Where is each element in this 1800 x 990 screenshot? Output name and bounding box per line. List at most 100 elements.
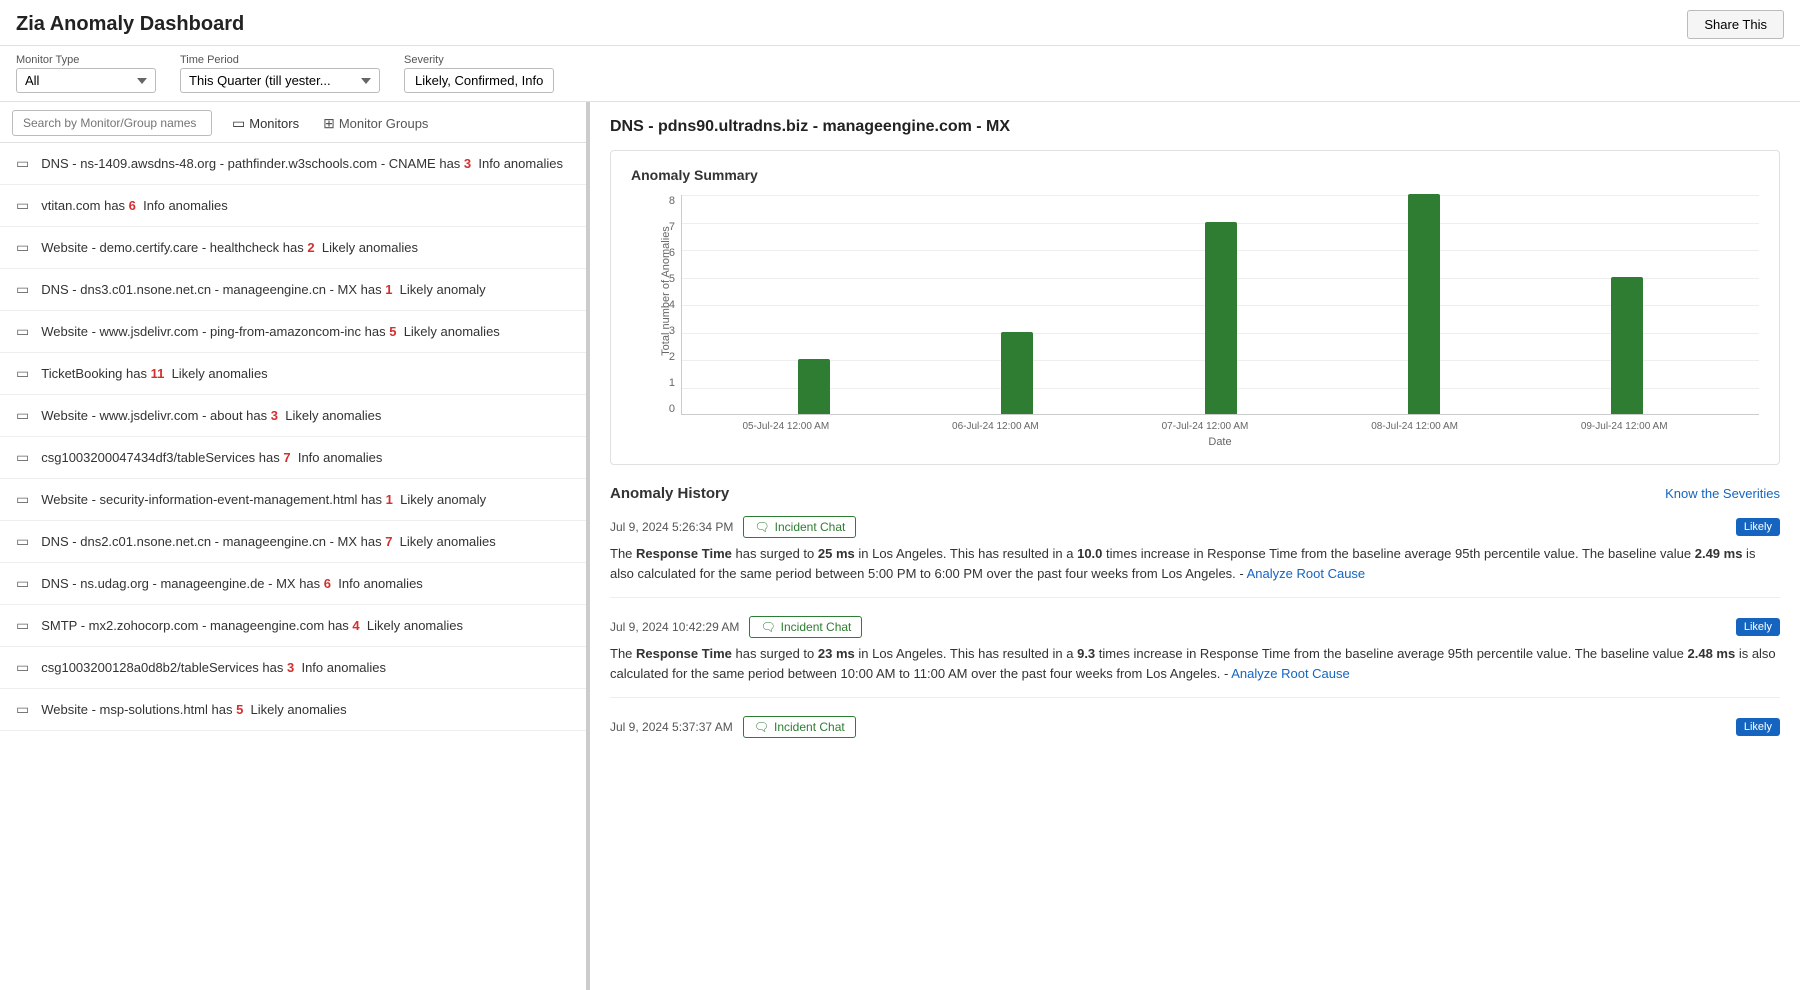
tab-monitor-groups-label: Monitor Groups — [339, 116, 429, 131]
incident-chat-btn-1[interactable]: 🗨 Incident Chat — [743, 516, 856, 538]
list-item-count-13: 3 — [283, 660, 297, 675]
list-item-2[interactable]: ▭ vtitan.com has 6 Info anomalies — [0, 185, 586, 227]
tab-monitors[interactable]: ▭ Monitors — [228, 113, 303, 134]
list-item-1[interactable]: ▭ DNS - ns-1409.awsdns-48.org - pathfind… — [0, 143, 586, 185]
monitor-type-select[interactable]: All — [16, 68, 156, 93]
history-entry-2: Jul 9, 2024 10:42:29 AM 🗨 Incident Chat … — [610, 616, 1780, 698]
likely-badge-3: Likely — [1736, 718, 1780, 736]
list-item-suffix-10: Likely anomalies — [396, 534, 496, 549]
list-item-count-5: 5 — [386, 324, 400, 339]
likely-badge-2: Likely — [1736, 618, 1780, 636]
history-title: Anomaly History — [610, 485, 729, 502]
analyze-link-2[interactable]: Analyze Root Cause — [1231, 666, 1350, 681]
entry-2-timestamp: Jul 9, 2024 10:42:29 AM — [610, 620, 739, 634]
bold-9.3x: 9.3 — [1077, 646, 1095, 661]
list-item-count-1: 3 — [460, 156, 474, 171]
list-item-text-5: Website - www.jsdelivr.com - ping-from-a… — [41, 324, 385, 339]
bold-10x: 10.0 — [1077, 546, 1102, 561]
severity-button[interactable]: Likely, Confirmed, Info — [404, 68, 554, 93]
list-item-11[interactable]: ▭ DNS - ns.udag.org - manageengine.de - … — [0, 563, 586, 605]
time-period-label: Time Period — [180, 54, 380, 66]
list-item-icon-2: ▭ — [16, 197, 29, 214]
list-item-text-1: DNS - ns-1409.awsdns-48.org - pathfinder… — [41, 156, 460, 171]
list-item-4[interactable]: ▭ DNS - dns3.c01.nsone.net.cn - manageen… — [0, 269, 586, 311]
list-item-text-9: Website - security-information-event-man… — [41, 492, 382, 507]
search-input[interactable] — [12, 110, 212, 136]
bold-response-time-1: Response Time — [636, 546, 732, 561]
bar-group-4 — [1322, 194, 1525, 414]
list-item-suffix-2: Info anomalies — [140, 198, 228, 213]
incident-chat-label-1: Incident Chat — [775, 520, 846, 534]
list-item-icon-1: ▭ — [16, 155, 29, 172]
list-item-suffix-7: Likely anomalies — [282, 408, 382, 423]
x-labels: 05-Jul-24 12:00 AM 06-Jul-24 12:00 AM 07… — [681, 415, 1759, 432]
x-label-2: 06-Jul-24 12:00 AM — [891, 421, 1101, 432]
severity-filter: Severity Likely, Confirmed, Info — [404, 54, 554, 93]
history-entry-1: Jul 9, 2024 5:26:34 PM 🗨 Incident Chat L… — [610, 516, 1780, 598]
likely-badge-1: Likely — [1736, 518, 1780, 536]
bold-2.48ms: 2.48 ms — [1688, 646, 1736, 661]
list-item-count-9: 1 — [382, 492, 396, 507]
chart-title: Anomaly Summary — [631, 167, 1759, 183]
filter-bar: Monitor Type All Time Period This Quarte… — [0, 46, 1800, 102]
list-item-icon-3: ▭ — [16, 239, 29, 256]
main-layout: ▭ Monitors ⊞ Monitor Groups ▭ DNS - ns-1… — [0, 102, 1800, 990]
bar-4 — [1408, 194, 1440, 414]
list-item-14[interactable]: ▭ Website - msp-solutions.html has 5 Lik… — [0, 689, 586, 731]
list-item-suffix-13: Info anomalies — [298, 660, 386, 675]
list-item-7[interactable]: ▭ Website - www.jsdelivr.com - about has… — [0, 395, 586, 437]
entry-1-timestamp: Jul 9, 2024 5:26:34 PM — [610, 520, 733, 534]
know-severities-link[interactable]: Know the Severities — [1665, 486, 1780, 501]
list-item-text-7: Website - www.jsdelivr.com - about has — [41, 408, 267, 423]
top-bar: Zia Anomaly Dashboard Share This — [0, 0, 1800, 46]
y-label-1: 1 — [669, 377, 675, 389]
incident-chat-label-3: Incident Chat — [774, 720, 845, 734]
list-item-suffix-1: Info anomalies — [475, 156, 563, 171]
list-item-10[interactable]: ▭ DNS - dns2.c01.nsone.net.cn - manageen… — [0, 521, 586, 563]
monitor-groups-icon: ⊞ — [323, 115, 335, 132]
list-item-icon-5: ▭ — [16, 323, 29, 340]
list-item-3[interactable]: ▭ Website - demo.certify.care - healthch… — [0, 227, 586, 269]
bar-2 — [1001, 332, 1033, 414]
monitor-icon: ▭ — [232, 115, 245, 132]
x-label-4: 08-Jul-24 12:00 AM — [1310, 421, 1520, 432]
list-item-text-13: csg1003200128a0d8b2/tableServices has — [41, 660, 283, 675]
severity-label: Severity — [404, 54, 554, 66]
bar-5 — [1611, 277, 1643, 414]
analyze-link-1[interactable]: Analyze Root Cause — [1247, 566, 1366, 581]
list-item-icon-4: ▭ — [16, 281, 29, 298]
bold-2.49ms: 2.49 ms — [1695, 546, 1743, 561]
x-label-5: 09-Jul-24 12:00 AM — [1519, 421, 1729, 432]
list-item-5[interactable]: ▭ Website - www.jsdelivr.com - ping-from… — [0, 311, 586, 353]
list-item-6[interactable]: ▭ TicketBooking has 11 Likely anomalies — [0, 353, 586, 395]
list-item-icon-7: ▭ — [16, 407, 29, 424]
list-item-text-6: TicketBooking has — [41, 366, 147, 381]
list-item-12[interactable]: ▭ SMTP - mx2.zohocorp.com - manageengine… — [0, 605, 586, 647]
right-panel: DNS - pdns90.ultradns.biz - manageengine… — [590, 102, 1800, 990]
list-item-count-6: 11 — [147, 366, 168, 381]
chat-icon-3: 🗨 — [754, 720, 769, 734]
list-item-9[interactable]: ▭ Website - security-information-event-m… — [0, 479, 586, 521]
list-item-13[interactable]: ▭ csg1003200128a0d8b2/tableServices has … — [0, 647, 586, 689]
list-item-suffix-14: Likely anomalies — [247, 702, 347, 717]
list-item-suffix-12: Likely anomalies — [363, 618, 463, 633]
list-item-icon-14: ▭ — [16, 701, 29, 718]
incident-chat-btn-3[interactable]: 🗨 Incident Chat — [743, 716, 856, 738]
monitor-type-filter: Monitor Type All — [16, 54, 156, 93]
share-button[interactable]: Share This — [1687, 10, 1784, 39]
incident-chat-btn-2[interactable]: 🗨 Incident Chat — [749, 616, 862, 638]
entry-2-divider — [610, 697, 1780, 698]
list-item-8[interactable]: ▭ csg1003200047434df3/tableServices has … — [0, 437, 586, 479]
list-item-count-10: 7 — [382, 534, 396, 549]
monitor-type-label: Monitor Type — [16, 54, 156, 66]
list-item-icon-8: ▭ — [16, 449, 29, 466]
chat-icon-2: 🗨 — [760, 620, 775, 634]
tab-monitor-groups[interactable]: ⊞ Monitor Groups — [319, 113, 432, 134]
list-item-suffix-4: Likely anomaly — [396, 282, 486, 297]
list-item-text-2: vtitan.com has — [41, 198, 125, 213]
time-period-filter: Time Period This Quarter (till yester... — [180, 54, 380, 93]
time-period-select[interactable]: This Quarter (till yester... — [180, 68, 380, 93]
list-item-count-12: 4 — [349, 618, 363, 633]
list-item-icon-9: ▭ — [16, 491, 29, 508]
list-item-suffix-8: Info anomalies — [294, 450, 382, 465]
